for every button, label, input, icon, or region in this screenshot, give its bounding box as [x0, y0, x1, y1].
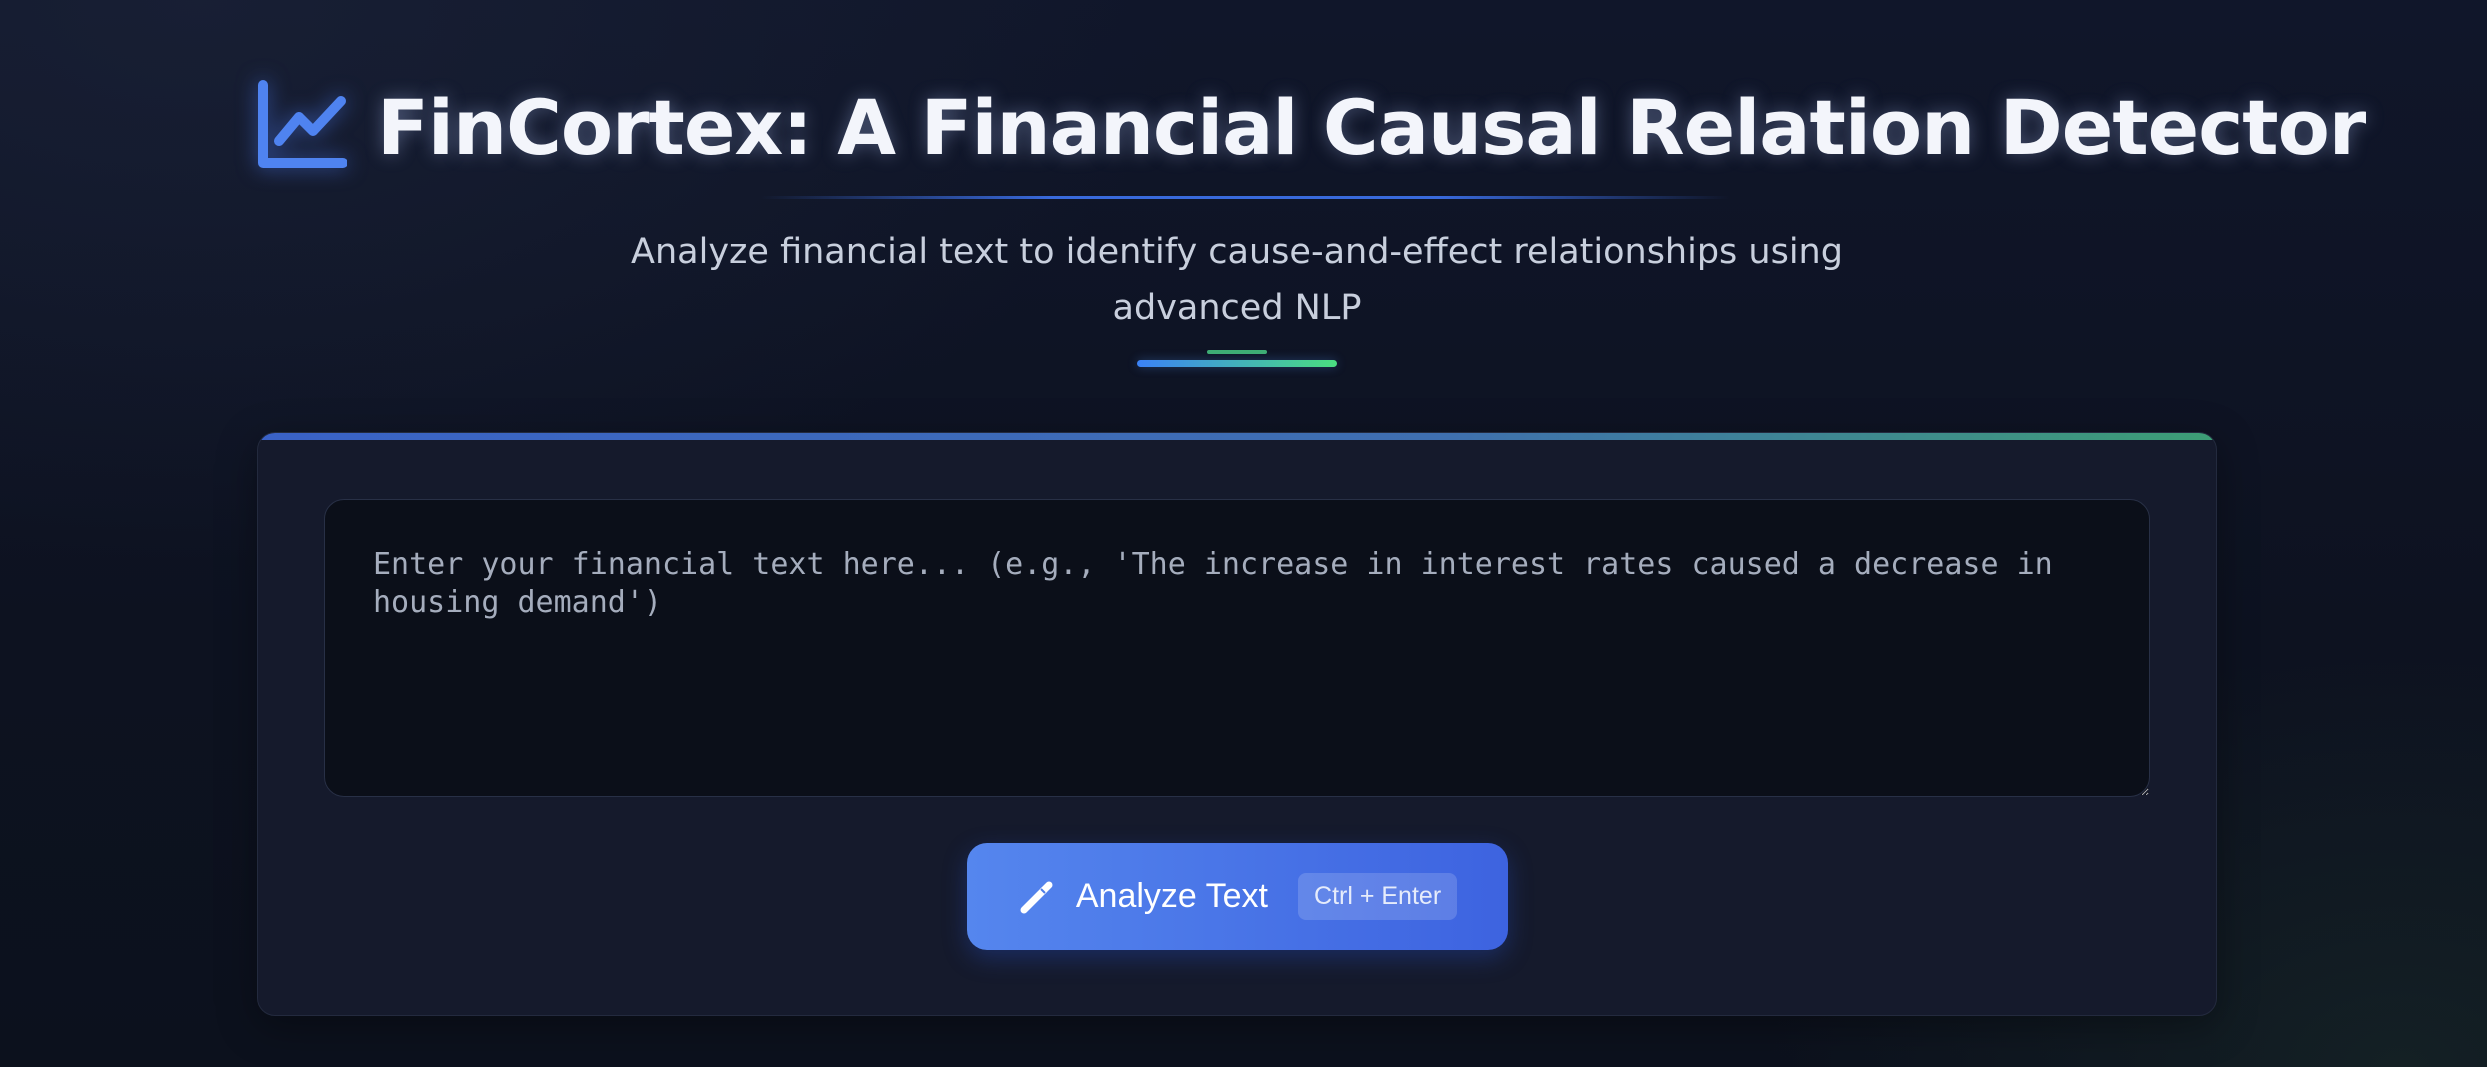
page: FinCortex: A Financial Causal Relation D… [0, 0, 2487, 1067]
analyze-button-label: Analyze Text [1075, 877, 1269, 915]
title-underline [760, 196, 1730, 199]
header: FinCortex: A Financial Causal Relation D… [255, 70, 2366, 185]
card-accent-bar [258, 433, 2216, 440]
decorative-gradient-bar [1137, 360, 1337, 367]
analysis-card: Analyze Text Ctrl + Enter [257, 432, 2217, 1016]
financial-text-input[interactable] [324, 499, 2150, 797]
keyboard-shortcut-badge: Ctrl + Enter [1298, 873, 1458, 920]
line-chart-icon [255, 79, 377, 176]
page-subtitle: Analyze financial text to identify cause… [631, 232, 1843, 328]
magic-wand-icon [1018, 878, 1076, 916]
decorative-accent [1207, 350, 1267, 354]
page-title: FinCortex: A Financial Causal Relation D… [377, 83, 2366, 172]
analyze-text-button[interactable]: Analyze Text Ctrl + Enter [967, 843, 1508, 950]
